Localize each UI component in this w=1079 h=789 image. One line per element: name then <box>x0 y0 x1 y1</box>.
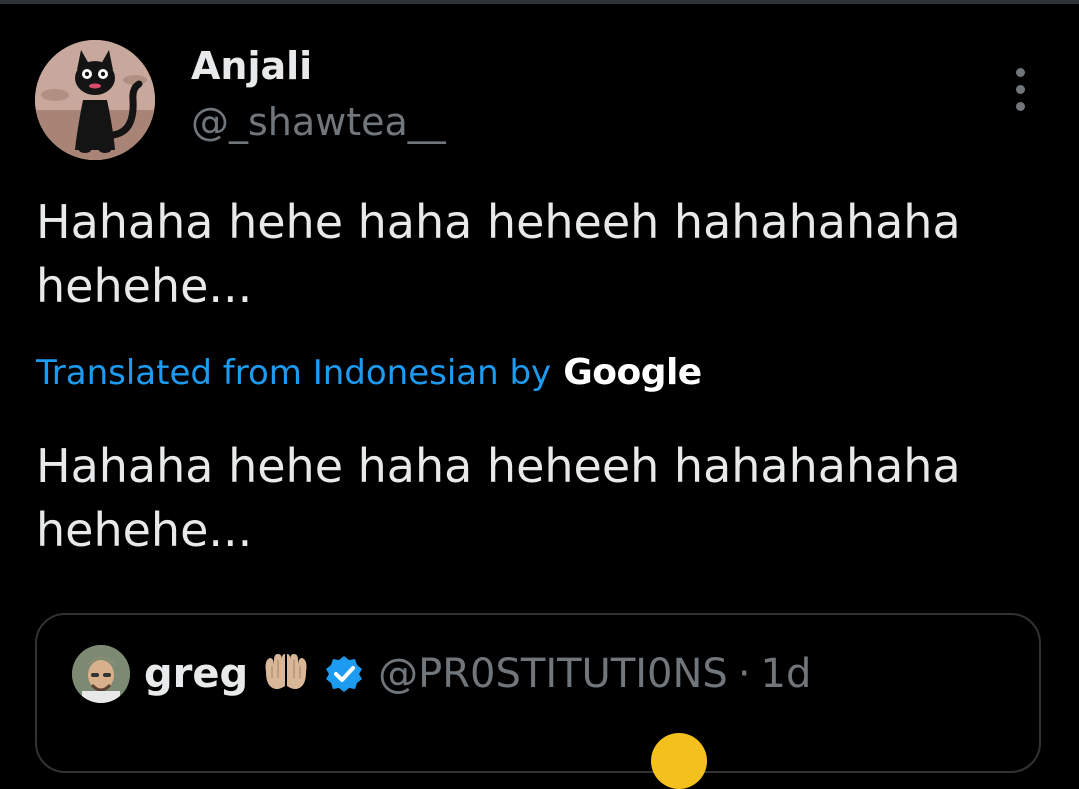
author-handle[interactable]: @_shawtea__ <box>191 100 446 144</box>
author-display-name[interactable]: Anjali <box>191 44 312 88</box>
quote-author-avatar[interactable] <box>72 645 130 703</box>
quote-avatar-photo-icon <box>72 645 130 703</box>
translation-attribution: Translated from Indonesian by Google <box>36 352 702 393</box>
top-divider <box>0 0 1079 4</box>
more-vertical-icon-dot-2 <box>1015 84 1025 94</box>
translated-tweet-text: Hahaha hehe haha heheeh hahahahaha heheh… <box>36 439 961 557</box>
quote-author-name[interactable]: greg <box>144 651 248 697</box>
black-cat-avatar-icon <box>35 40 155 160</box>
palms-up-together-icon <box>265 654 307 689</box>
quote-author-handle[interactable]: @PR0STITUTI0NS <box>378 651 728 697</box>
quote-tweet-card[interactable]: greg @PR0STITUTI0NS · 1d <box>35 613 1041 789</box>
verified-badge-icon <box>326 656 363 692</box>
emoji-icon <box>651 733 707 789</box>
more-vertical-icon <box>1015 67 1025 77</box>
author-avatar[interactable] <box>35 40 155 160</box>
more-options-button[interactable] <box>998 64 1042 114</box>
google-logo: Google <box>563 352 702 393</box>
translation-link[interactable]: Translated from Indonesian by <box>36 353 551 393</box>
tweet-text: Hahaha hehe haha heheeh hahahahaha heheh… <box>36 195 961 313</box>
more-vertical-icon-dot-3 <box>1015 101 1025 111</box>
quote-timestamp[interactable]: 1d <box>761 651 812 697</box>
quote-header: greg @PR0STITUTI0NS · 1d <box>72 645 811 703</box>
quote-separator: · <box>737 651 751 697</box>
